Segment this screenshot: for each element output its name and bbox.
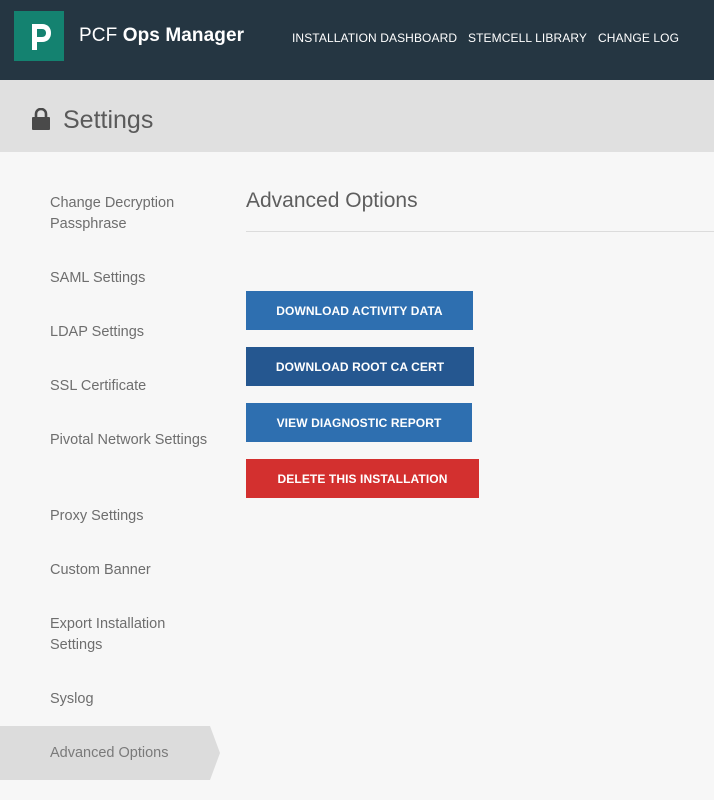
section-title: Advanced Options <box>246 189 418 212</box>
delete-installation-button[interactable]: DELETE THIS INSTALLATION <box>246 459 479 498</box>
main-nav: INSTALLATION DASHBOARD STEMCELL LIBRARY … <box>0 31 714 47</box>
sidebar-item-ldap-settings[interactable]: LDAP Settings <box>50 322 210 343</box>
sidebar-item-pivotal-network-settings[interactable]: Pivotal Network Settings <box>50 430 210 451</box>
nav-stemcell-library[interactable]: STEMCELL LIBRARY <box>468 31 587 45</box>
download-root-ca-cert-button[interactable]: DOWNLOAD ROOT CA CERT <box>246 347 474 386</box>
sidebar-item-custom-banner[interactable]: Custom Banner <box>50 560 210 581</box>
section-divider <box>246 231 714 232</box>
nav-change-log[interactable]: CHANGE LOG <box>598 31 679 45</box>
lock-icon <box>32 108 50 130</box>
view-diagnostic-report-button[interactable]: VIEW DIAGNOSTIC REPORT <box>246 403 472 442</box>
sidebar-item-syslog[interactable]: Syslog <box>50 689 210 710</box>
download-activity-data-button[interactable]: DOWNLOAD ACTIVITY DATA <box>246 291 473 330</box>
nav-installation-dashboard[interactable]: INSTALLATION DASHBOARD <box>292 31 457 45</box>
sidebar-item-proxy-settings[interactable]: Proxy Settings <box>50 506 210 527</box>
sidebar-item-ssl-certificate[interactable]: SSL Certificate <box>50 376 210 397</box>
sidebar-item-export-installation-settings[interactable]: Export Installation Settings <box>50 614 210 656</box>
sidebar-item-change-decryption-passphrase[interactable]: Change Decryption Passphrase <box>50 193 210 235</box>
sidebar-item-saml-settings[interactable]: SAML Settings <box>50 268 210 289</box>
settings-sidebar: Change Decryption Passphrase SAML Settin… <box>0 152 220 800</box>
sidebar-item-advanced-options[interactable]: Advanced Options <box>50 743 169 764</box>
page-title: Settings <box>63 106 154 134</box>
